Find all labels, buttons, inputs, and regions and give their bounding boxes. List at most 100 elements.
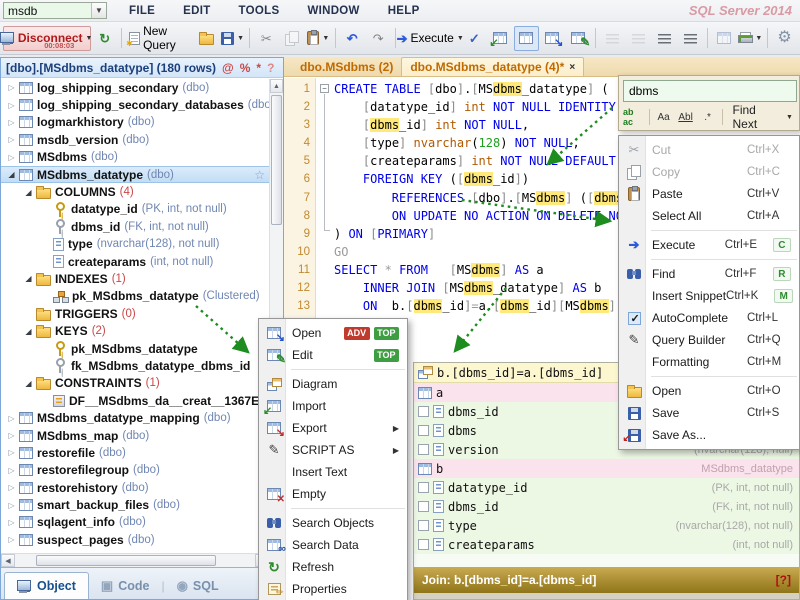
filter-star-button[interactable]: * xyxy=(256,61,261,75)
scroll-left-arrow[interactable]: ◀ xyxy=(1,554,15,567)
tree-item[interactable]: pk_MSdbms_datatype (Clustered) xyxy=(1,288,269,305)
expander-icon[interactable]: ▷ xyxy=(4,483,19,492)
layers-button[interactable] xyxy=(712,26,737,51)
execute-button[interactable]: ➔ Execute ▼ xyxy=(397,26,464,51)
scroll-up-arrow[interactable]: ▲ xyxy=(270,79,283,93)
undo-button[interactable]: ↶ xyxy=(340,26,365,51)
expander-icon[interactable]: ▷ xyxy=(4,414,19,423)
menu-item[interactable]: Find Ctrl+F R xyxy=(619,263,799,285)
expander-icon[interactable]: ▷ xyxy=(4,518,19,527)
expander-icon[interactable]: ▷ xyxy=(4,535,19,544)
tree-item[interactable]: pk_MSdbms_datatype xyxy=(1,340,269,357)
chevron-down-icon[interactable]: ▼ xyxy=(786,114,793,121)
expander-icon[interactable]: ◢ xyxy=(4,170,19,179)
menu-item[interactable]: Edit TOP xyxy=(259,344,407,366)
close-icon[interactable]: × xyxy=(569,62,575,73)
expander-icon[interactable]: ◢ xyxy=(21,327,36,336)
tree-item[interactable]: ▷ sqlagent_info (dbo) xyxy=(1,514,269,531)
validate-button[interactable]: ✓ xyxy=(462,26,487,51)
tree-item[interactable]: ◢ CONSTRAINTS (1) xyxy=(1,375,269,392)
join-row[interactable]: b MSdbms_datatype xyxy=(414,459,799,478)
checkbox[interactable] xyxy=(418,482,429,493)
expander-icon[interactable]: ▷ xyxy=(4,153,19,162)
result-to-file-button[interactable] xyxy=(566,26,591,51)
expander-icon[interactable]: ▷ xyxy=(4,466,19,475)
filter-percent-button[interactable]: % xyxy=(240,61,251,75)
find-next-button[interactable]: Find Next ▼ xyxy=(727,103,799,131)
tree-item[interactable]: ▷ MSdbms_map (dbo) xyxy=(1,427,269,444)
list-button[interactable] xyxy=(600,26,625,51)
tree-item[interactable]: TRIGGERS (0) xyxy=(1,305,269,322)
chevron-down-icon[interactable]: ▼ xyxy=(755,35,762,42)
menu-item[interactable]: Copy Ctrl+C xyxy=(619,161,799,183)
help-button[interactable]: ? xyxy=(267,61,274,75)
favorite-star-icon[interactable]: ☆ xyxy=(254,168,265,182)
expander-icon[interactable]: ▷ xyxy=(4,118,19,127)
tree-item[interactable]: ◢ MSdbms_datatype (dbo) ☆ xyxy=(1,165,269,184)
checkbox[interactable] xyxy=(418,501,429,512)
print-button[interactable]: ▼ xyxy=(738,26,764,51)
menu-item[interactable]: Formatting Ctrl+M xyxy=(619,351,799,373)
save-button[interactable]: ▼ xyxy=(220,26,245,51)
filter-at-button[interactable]: @ xyxy=(222,61,234,75)
refresh-connection-button[interactable]: ↻ xyxy=(92,26,117,51)
tree-item[interactable]: ▷ restorefilegroup (dbo) xyxy=(1,462,269,479)
expander-icon[interactable]: ◢ xyxy=(21,274,36,283)
menu-item[interactable]: Import xyxy=(259,395,407,417)
expander-icon[interactable]: ▷ xyxy=(4,135,19,144)
tree-item[interactable]: DF__MSdbms_da__creat__1367E60 xyxy=(1,392,269,409)
tree-item[interactable]: ◢ COLUMNS (4) xyxy=(1,183,269,200)
disconnect-button[interactable]: Disconnect ▼ 00:08:03 xyxy=(0,25,92,51)
scrollbar-thumb[interactable] xyxy=(271,95,282,225)
menu-item[interactable]: Insert Snippet Ctrl+K M xyxy=(619,285,799,307)
editor-tab-msdbms[interactable]: dbo.MSdbms (2) xyxy=(292,57,401,76)
menu-item[interactable]: Insert Text xyxy=(259,461,407,483)
expander-icon[interactable]: ▷ xyxy=(4,501,19,510)
tree-item[interactable]: ▷ suspect_pages (dbo) xyxy=(1,531,269,548)
chevron-down-icon[interactable]: ▼ xyxy=(322,35,329,42)
help-button[interactable]: [?] xyxy=(776,573,791,587)
chevron-down-icon[interactable]: ▼ xyxy=(237,35,244,42)
settings-button[interactable]: ⚙ xyxy=(772,26,797,51)
tree-item[interactable]: ▷ log_shipping_secondary_databases(dbo) xyxy=(1,96,269,113)
menu-item[interactable]: Save Ctrl+S xyxy=(619,402,799,424)
redo-button[interactable]: ↷ xyxy=(366,26,391,51)
tree-horizontal-scrollbar[interactable]: ◀ ▶ xyxy=(1,553,269,567)
menu-help[interactable]: HELP xyxy=(374,5,434,17)
paste-button[interactable]: ▼ xyxy=(306,26,331,51)
menu-item[interactable]: Select All Ctrl+A xyxy=(619,205,799,227)
add-table-button[interactable] xyxy=(488,26,513,51)
tree-item[interactable]: createparams (int, not null) xyxy=(1,253,269,270)
scrollbar-thumb[interactable] xyxy=(36,555,216,566)
tree-item[interactable]: ▷ msdb_version (dbo) xyxy=(1,131,269,148)
menu-item[interactable]: Paste Ctrl+V xyxy=(619,183,799,205)
expander-icon[interactable]: ◢ xyxy=(21,379,36,388)
tree-item[interactable]: ▷ MSdbms_datatype_mapping (dbo) xyxy=(1,409,269,426)
copy-button[interactable] xyxy=(280,26,305,51)
tree-item[interactable]: ◢ KEYS (2) xyxy=(1,322,269,339)
replace-toggle-button[interactable]: ab ac xyxy=(623,107,645,127)
menu-item[interactable]: Cut Ctrl+X xyxy=(619,139,799,161)
database-select[interactable]: msdb ▼ xyxy=(3,2,107,19)
tree-item[interactable]: type (nvarchar(128), not null) xyxy=(1,236,269,253)
expander-icon[interactable]: ◢ xyxy=(21,188,36,197)
open-file-button[interactable] xyxy=(194,26,219,51)
checkbox[interactable] xyxy=(418,520,429,531)
tab-code[interactable]: ▣ Code xyxy=(89,572,162,599)
menu-item[interactable]: Refresh xyxy=(259,556,407,578)
indent-button[interactable] xyxy=(678,26,703,51)
menu-item[interactable]: Open Ctrl+O xyxy=(619,380,799,402)
menu-window[interactable]: WINDOW xyxy=(293,5,373,17)
menu-file[interactable]: FILE xyxy=(115,5,169,17)
tree-item[interactable]: ▷ smart_backup_files (dbo) xyxy=(1,496,269,513)
expander-icon[interactable]: ▷ xyxy=(4,83,19,92)
checkbox[interactable] xyxy=(418,425,429,436)
menu-item[interactable]: Empty xyxy=(259,483,407,505)
editor-tab-msdbms-datatype[interactable]: dbo.MSdbms_datatype (4)* × xyxy=(401,57,585,76)
expander-icon[interactable]: ▷ xyxy=(4,448,19,457)
tree-item[interactable]: fk_MSdbms_datatype_dbms_id xyxy=(1,357,269,374)
join-row[interactable]: type (nvarchar(128), not null) xyxy=(414,516,799,535)
tree-item[interactable]: ▷ restorehistory (dbo) xyxy=(1,479,269,496)
outdent-button[interactable] xyxy=(652,26,677,51)
menu-item[interactable]: Search Objects xyxy=(259,512,407,534)
